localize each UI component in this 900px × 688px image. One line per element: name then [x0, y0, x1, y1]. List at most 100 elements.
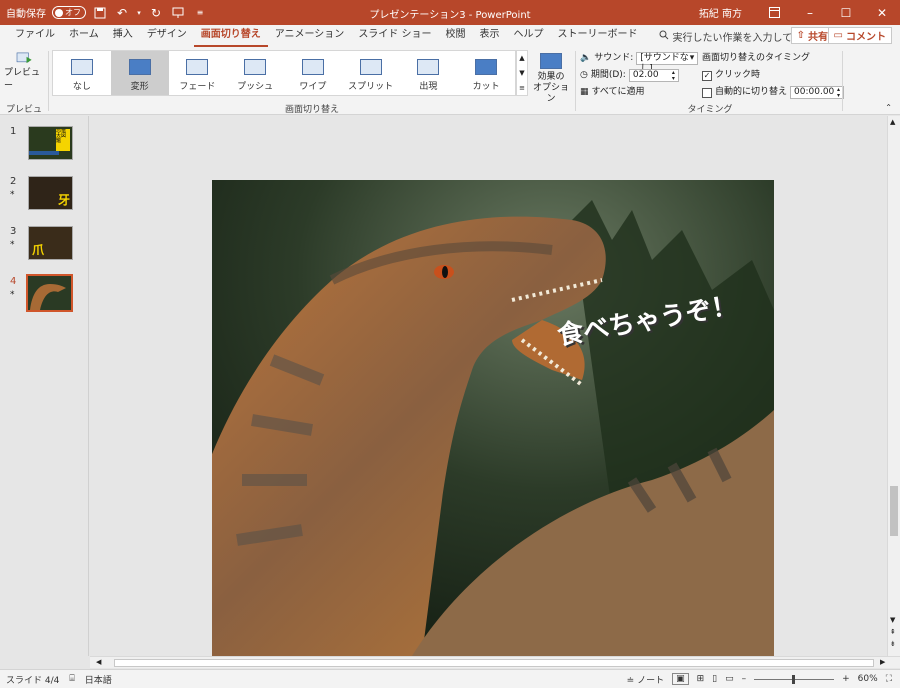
vertical-scroll-thumb[interactable]	[890, 486, 898, 536]
animation-star: *	[10, 290, 15, 300]
transition-cut[interactable]: カット	[457, 51, 515, 95]
slide-thumbnail-image[interactable]: 爪	[28, 226, 73, 260]
fit-to-window-icon[interactable]: ⛶	[886, 674, 892, 684]
slide-number: 4	[10, 276, 17, 287]
tab-slideshow[interactable]: スライド ショー	[351, 25, 438, 47]
reading-view-icon[interactable]: ▯	[712, 674, 717, 684]
previous-slide-icon[interactable]: ⇞	[890, 628, 896, 636]
transition-morph[interactable]: 変形	[110, 51, 169, 95]
autosave-toggle[interactable]: オフ	[52, 6, 86, 19]
comment-label: コメント	[846, 32, 886, 43]
transition-push[interactable]: プッシュ	[226, 51, 284, 95]
tab-animations[interactable]: アニメーション	[268, 25, 352, 47]
language-status[interactable]: 日本語	[85, 673, 112, 686]
redo-icon[interactable]: ↻	[148, 6, 164, 20]
minimize-icon[interactable]: –	[792, 0, 828, 25]
scroll-down-icon[interactable]: ▼	[890, 616, 895, 624]
vertical-scrollbar[interactable]: ▲ ▼ ⇞ ⇟	[887, 116, 900, 656]
group-separator	[842, 51, 843, 111]
apply-all-icon: ▦	[580, 87, 589, 97]
tab-design[interactable]: デザイン	[140, 25, 194, 47]
tab-home[interactable]: ホーム	[62, 25, 106, 47]
horizontal-scroll-thumb[interactable]	[114, 659, 874, 667]
user-name[interactable]: 拓紀 南方	[699, 5, 742, 20]
notes-label: ノート	[637, 675, 665, 686]
slide-canvas[interactable]: 食べちゃうぞ！	[90, 116, 887, 656]
ribbon-tabs: ファイル ホーム 挿入 デザイン 画面切り替え アニメーション スライド ショー…	[0, 25, 900, 47]
autosave-state: オフ	[65, 8, 81, 17]
slide-thumbnail[interactable]: 1 恐竜大図鑑	[0, 124, 89, 170]
transition-reveal[interactable]: 出現	[400, 51, 458, 95]
effect-options-button[interactable]: 効果の オプション	[531, 53, 571, 104]
slide-thumbnails-pane: 1 恐竜大図鑑 2 * 牙 3 * 爪 4 *	[0, 116, 89, 656]
transition-label: スプリット	[348, 82, 394, 92]
slide-thumbnail-active[interactable]: 4 *	[0, 274, 89, 320]
undo-icon[interactable]: ↶	[114, 6, 130, 20]
animation-star: *	[10, 190, 15, 200]
duration-spinner[interactable]: 02.00 ▴ ▾	[628, 69, 679, 82]
notes-button[interactable]: ≐ ノート	[627, 673, 664, 686]
close-icon[interactable]: ✕	[864, 0, 900, 25]
tab-help[interactable]: ヘルプ	[507, 25, 551, 47]
next-slide-icon[interactable]: ⇟	[890, 640, 896, 648]
zoom-level[interactable]: 60%	[858, 674, 878, 684]
scroll-up-icon[interactable]: ▲	[890, 118, 895, 126]
slide-thumbnail[interactable]: 2 * 牙	[0, 174, 89, 220]
undo-dropdown-icon[interactable]: ▾	[136, 6, 142, 20]
tab-view[interactable]: 表示	[473, 25, 507, 47]
scroll-left-icon[interactable]: ◀	[96, 658, 101, 666]
zoom-in-icon[interactable]: +	[842, 674, 850, 684]
tab-storyboard[interactable]: ストーリーボード	[551, 25, 645, 47]
tab-file[interactable]: ファイル	[8, 25, 62, 47]
gallery-more-icon[interactable]: ≡	[519, 84, 525, 92]
transition-split[interactable]: スプリット	[342, 51, 400, 95]
present-from-start-icon[interactable]	[170, 6, 186, 20]
on-click-checkbox[interactable]: ✓	[702, 70, 712, 81]
slide-number: 2	[10, 176, 17, 187]
zoom-slider-thumb[interactable]	[792, 674, 796, 684]
transition-wipe[interactable]: ワイプ	[284, 51, 342, 95]
slide-sorter-icon[interactable]: ⊞	[697, 674, 705, 684]
accessibility-icon[interactable]: ⌸	[69, 674, 74, 684]
slide-thumbnail[interactable]: 3 * 爪	[0, 224, 89, 270]
tab-review[interactable]: 校閲	[439, 25, 473, 47]
collapse-ribbon-icon[interactable]: ⌃	[885, 103, 892, 112]
ribbon-display-icon[interactable]	[756, 0, 792, 25]
maximize-icon[interactable]: ☐	[828, 0, 864, 25]
gallery-up-icon[interactable]: ▲	[519, 54, 524, 62]
scroll-right-icon[interactable]: ▶	[880, 658, 885, 666]
gallery-down-icon[interactable]: ▼	[519, 69, 524, 77]
comment-button[interactable]: ▭ コメント	[827, 27, 892, 44]
transition-label: プッシュ	[237, 82, 274, 92]
duration-label: 期間(D):	[590, 70, 626, 80]
tab-transitions[interactable]: 画面切り替え	[193, 25, 268, 47]
zoom-slider[interactable]	[754, 674, 835, 684]
sound-select[interactable]: [サウンドなし]▾	[636, 52, 699, 74]
slide[interactable]: 食べちゃうぞ！	[212, 180, 774, 656]
animation-star: *	[10, 240, 15, 250]
transition-cut-icon	[475, 59, 498, 75]
apply-all-label: すべてに適用	[591, 87, 645, 97]
tab-insert[interactable]: 挿入	[106, 25, 140, 47]
chevron-down-icon: ▾	[689, 53, 695, 63]
spinner-arrows-icon[interactable]: ▴ ▾	[837, 87, 840, 99]
customize-toolbar-icon[interactable]: ≡	[192, 6, 208, 20]
preview-button[interactable]: プレビュー	[4, 51, 44, 91]
gallery-scroll[interactable]: ▲ ▼ ≡	[516, 50, 528, 96]
after-spinner[interactable]: 00:00.00 ▴ ▾	[790, 86, 845, 99]
transition-none[interactable]: なし	[53, 51, 111, 95]
slide-thumbnail-image[interactable]: 牙	[28, 176, 73, 210]
save-icon[interactable]	[92, 6, 108, 20]
zoom-out-icon[interactable]: –	[742, 674, 747, 684]
normal-view-icon[interactable]: ▣	[672, 673, 689, 685]
spinner-arrows-icon[interactable]: ▴ ▾	[672, 70, 675, 82]
slide-thumbnail-image[interactable]	[26, 274, 73, 312]
slideshow-view-icon[interactable]: ▭	[725, 674, 734, 684]
transition-label: 変形	[130, 82, 149, 92]
slide-thumbnail-image[interactable]: 恐竜大図鑑	[28, 126, 73, 160]
sound-icon: 🔈	[580, 53, 592, 63]
horizontal-scrollbar[interactable]: ◀ ▶	[90, 656, 900, 668]
transition-fade[interactable]: フェード	[169, 51, 227, 95]
after-checkbox[interactable]	[702, 87, 712, 98]
apply-all-button[interactable]: ▦ すべてに適用	[580, 84, 698, 101]
